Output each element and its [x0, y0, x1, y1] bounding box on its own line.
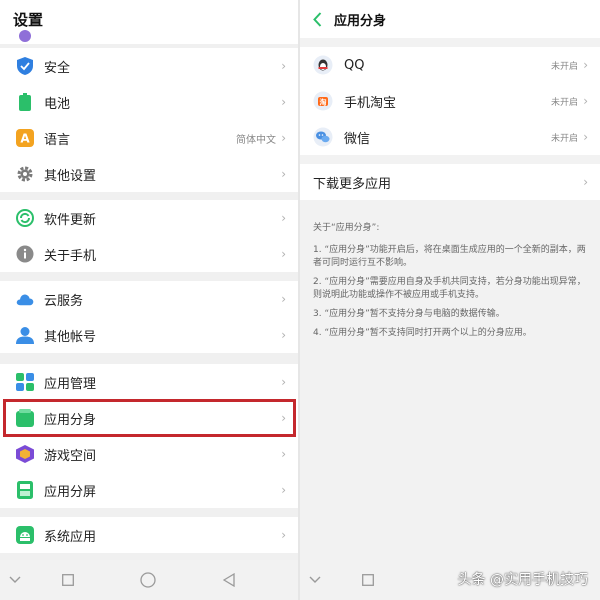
page-title: 应用分身	[334, 13, 387, 29]
settings-item-software-update[interactable]: 软件更新 ›	[0, 200, 298, 236]
settings-item-label: 其他帐号	[44, 329, 97, 345]
settings-item-label: 云服务	[44, 293, 84, 309]
chevron-right-icon: ›	[281, 447, 286, 461]
battery-icon	[16, 93, 34, 111]
app-clone-icon	[16, 409, 34, 427]
settings-item-language[interactable]: A 语言 简体中文 ›	[0, 120, 298, 156]
settings-item-label: 应用管理	[44, 376, 97, 392]
info-icon	[16, 245, 34, 263]
recent-apps-icon[interactable]	[360, 572, 376, 588]
language-icon: A	[16, 129, 34, 147]
taobao-icon: 淘	[313, 91, 333, 111]
settings-item-label: 应用分身	[44, 412, 97, 428]
settings-item-label: 系统应用	[44, 529, 97, 545]
language-icon-letter: A	[20, 132, 30, 146]
note-line: 4. “应用分身”暂不支持同时打开两个以上的分身应用。	[313, 328, 532, 338]
qq-icon	[313, 55, 333, 75]
chevron-right-icon: ›	[281, 59, 286, 73]
settings-pane: 设置 安全 › 电池 › A 语言 简体中文 › 其他设置 › 软件更新 › 关…	[0, 0, 298, 600]
settings-item-app-management[interactable]: 应用管理 ›	[0, 364, 298, 400]
watermark: 头条 @实用手机技巧	[457, 572, 588, 588]
android-icon	[16, 526, 34, 544]
settings-item-label: 语言	[44, 132, 71, 148]
settings-item-split-screen[interactable]: 应用分屏 ›	[0, 472, 298, 508]
note-line: 1. “应用分身”功能开启后，将在桌面生成应用的一个全新的副本，两者可同时运行互…	[313, 245, 586, 268]
chevron-right-icon: ›	[583, 58, 588, 72]
note-line: 2. “应用分身”需要应用自身及手机共同支持，若分身功能出现异常，则说明此功能或…	[313, 277, 586, 300]
settings-item-security[interactable]: 安全 ›	[0, 48, 298, 84]
settings-item-label: 安全	[44, 60, 71, 76]
settings-item-about-phone[interactable]: 关于手机 ›	[0, 236, 298, 272]
chevron-right-icon: ›	[281, 247, 286, 261]
note-line: 3. “应用分身”暂不支持分身与电脑的数据传输。	[313, 309, 505, 319]
chevron-right-icon: ›	[281, 292, 286, 306]
game-space-icon	[16, 445, 34, 463]
chevron-right-icon: ›	[281, 328, 286, 342]
settings-item-label: 电池	[44, 96, 71, 112]
download-more-label: 下载更多应用	[313, 176, 392, 192]
app-clone-header: 应用分身	[300, 0, 600, 38]
cloud-icon	[16, 290, 34, 308]
about-note: 关于“应用分身”: 1. “应用分身”功能开启后，将在桌面生成应用的一个全新的副…	[313, 222, 593, 346]
settings-group-partial	[0, 30, 298, 44]
chevron-right-icon: ›	[281, 211, 286, 225]
shield-icon	[16, 57, 34, 75]
settings-item-label: 关于手机	[44, 248, 97, 264]
back-icon[interactable]	[221, 572, 237, 588]
app-item-qq[interactable]: QQ 未开启 ›	[300, 47, 600, 83]
chevron-down-icon[interactable]	[307, 572, 323, 588]
page-title: 设置	[13, 10, 44, 29]
app-item-label: 微信	[344, 131, 371, 147]
recent-apps-icon[interactable]	[60, 572, 76, 588]
chevron-right-icon: ›	[583, 94, 588, 108]
chevron-right-icon: ›	[583, 175, 588, 189]
app-item-status: 未开启	[550, 61, 578, 72]
chevron-right-icon: ›	[281, 528, 286, 542]
chevron-right-icon: ›	[281, 131, 286, 145]
settings-item-label: 软件更新	[44, 212, 97, 228]
settings-item-system-apps[interactable]: 系统应用 ›	[0, 517, 298, 553]
settings-item-game-space[interactable]: 游戏空间 ›	[0, 436, 298, 472]
chevron-down-icon[interactable]	[7, 572, 23, 588]
app-item-taobao[interactable]: 淘 手机淘宝 未开启 ›	[300, 83, 600, 119]
app-clone-pane: 应用分身 QQ 未开启 › 淘 手机淘宝 未开启 › 微信 未开启 › 下载更多…	[300, 0, 600, 600]
app-item-wechat[interactable]: 微信 未开启 ›	[300, 119, 600, 155]
navigation-bar	[0, 560, 298, 600]
home-icon[interactable]	[140, 572, 156, 588]
settings-item-other-settings[interactable]: 其他设置 ›	[0, 156, 298, 192]
chevron-right-icon: ›	[583, 130, 588, 144]
user-icon	[16, 326, 34, 344]
split-screen-icon	[16, 481, 34, 499]
settings-item-label: 其他设置	[44, 168, 97, 184]
partial-item-icon	[19, 30, 31, 42]
update-icon	[16, 209, 34, 227]
gear-icon	[16, 165, 34, 183]
settings-item-other-accounts[interactable]: 其他帐号 ›	[0, 317, 298, 353]
chevron-right-icon: ›	[281, 411, 286, 425]
chevron-right-icon: ›	[281, 375, 286, 389]
settings-item-value: 简体中文	[236, 134, 276, 146]
settings-item-label: 应用分屏	[44, 484, 97, 500]
app-item-status: 未开启	[550, 97, 578, 108]
settings-item-cloud-service[interactable]: 云服务 ›	[0, 281, 298, 317]
settings-header: 设置	[0, 0, 298, 38]
chevron-right-icon: ›	[281, 167, 286, 181]
app-item-status: 未开启	[550, 133, 578, 144]
settings-item-label: 游戏空间	[44, 448, 97, 464]
app-grid-icon	[16, 373, 34, 391]
download-more-apps[interactable]: 下载更多应用 ›	[300, 164, 600, 200]
chevron-right-icon: ›	[281, 483, 286, 497]
note-title: 关于“应用分身”:	[313, 223, 380, 233]
app-item-label: QQ	[344, 57, 365, 73]
settings-item-battery[interactable]: 电池 ›	[0, 84, 298, 120]
chevron-right-icon: ›	[281, 95, 286, 109]
settings-item-app-clone[interactable]: 应用分身 ›	[0, 400, 298, 436]
wechat-icon	[313, 127, 333, 147]
app-item-label: 手机淘宝	[344, 95, 397, 111]
back-arrow-icon[interactable]	[310, 9, 324, 29]
svg-text:淘: 淘	[320, 98, 327, 107]
